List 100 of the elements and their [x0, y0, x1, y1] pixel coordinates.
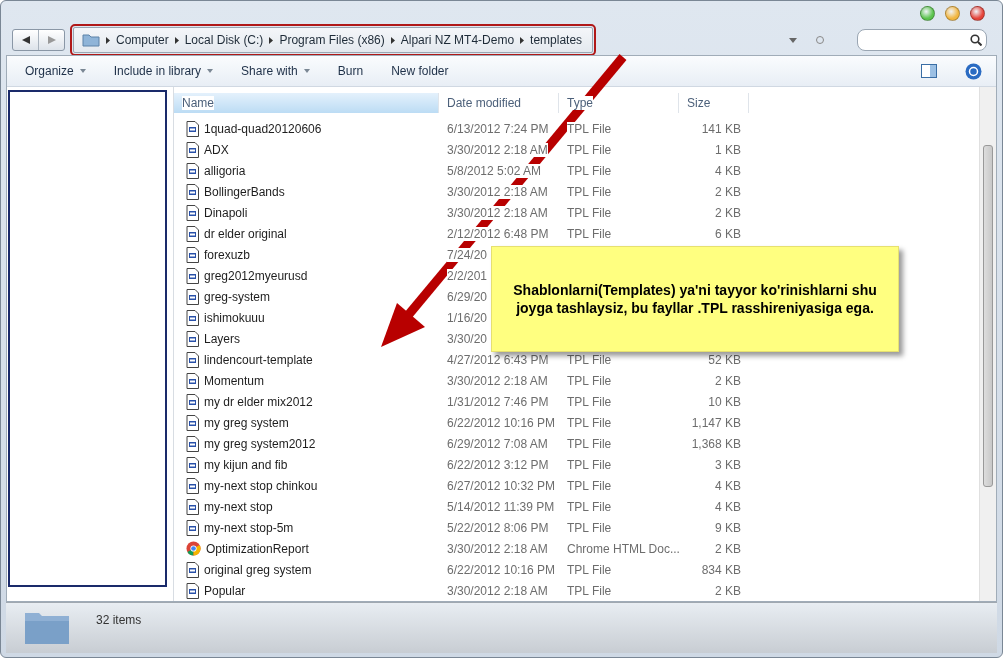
date-cell: 6/22/2012 3:12 PM [447, 457, 549, 472]
date-cell: 6/13/2012 7:24 PM [447, 121, 549, 136]
date-cell: 3/30/2012 2:18 AM [447, 205, 548, 220]
file-name[interactable]: Layers [204, 331, 241, 346]
document-icon [186, 309, 199, 326]
size-cell: 2 KB [715, 373, 741, 388]
type-cell: TPL File [567, 478, 612, 493]
type-cell: TPL File [567, 205, 612, 220]
breadcrumb[interactable]: templates [530, 33, 583, 47]
type-cell: TPL File [567, 142, 612, 157]
scrollbar[interactable] [979, 87, 996, 601]
breadcrumb[interactable]: Computer [116, 33, 169, 47]
document-icon [186, 456, 199, 473]
size-cell: 1,368 KB [691, 436, 741, 451]
column-header[interactable]: Name [174, 93, 439, 113]
file-name[interactable]: Popular [204, 583, 246, 598]
date-cell: 7/24/20 [447, 247, 488, 262]
minimize-button[interactable] [945, 5, 960, 21]
type-cell: TPL File [567, 520, 612, 535]
file-name[interactable]: ADX [204, 142, 229, 157]
type-cell: TPL File [567, 457, 612, 472]
scrollbar-thumb[interactable] [983, 145, 993, 487]
file-name[interactable]: Dinapoli [204, 205, 248, 220]
file-name[interactable]: Momentum [204, 373, 265, 388]
document-icon [186, 267, 199, 284]
date-cell: 3/30/2012 2:18 AM [447, 583, 548, 598]
type-cell: Chrome HTML Doc... [567, 541, 680, 556]
file-name[interactable]: my-next stop [204, 499, 273, 514]
size-cell: 2 KB [715, 541, 741, 556]
date-cell: 3/30/2012 2:18 AM [447, 142, 548, 157]
type-cell: TPL File [567, 226, 612, 241]
file-name[interactable]: OptimizationReport [206, 541, 309, 556]
file-name[interactable]: my greg system [204, 415, 289, 430]
size-cell: 4 KB [715, 163, 741, 178]
document-icon [186, 204, 199, 221]
toolbar-button[interactable]: Include in library [103, 60, 224, 82]
breadcrumb[interactable]: Program Files (x86) [279, 33, 385, 47]
file-name[interactable]: BollingerBands [204, 184, 285, 199]
refresh-icon[interactable] [815, 35, 825, 45]
document-icon [186, 288, 199, 305]
document-icon [186, 183, 199, 200]
preview-pane-icon[interactable] [921, 64, 937, 78]
close-button[interactable] [970, 5, 985, 21]
type-cell: TPL File [567, 121, 612, 136]
file-name[interactable]: dr elder original [204, 226, 287, 241]
document-icon [186, 519, 199, 536]
breadcrumb[interactable]: Local Disk (C:) [184, 33, 264, 47]
toolbar-button[interactable]: Burn [327, 60, 374, 82]
date-cell: 3/30/20 [447, 331, 488, 346]
document-icon [186, 582, 199, 599]
dropdown-icon[interactable] [789, 37, 797, 43]
size-cell: 2 KB [715, 583, 741, 598]
file-name[interactable]: my greg system2012 [204, 436, 316, 451]
size-cell: 4 KB [715, 478, 741, 493]
document-icon [186, 477, 199, 494]
column-header[interactable]: Type [559, 93, 679, 113]
column-header[interactable]: Size [679, 93, 749, 113]
maximize-button[interactable] [920, 5, 935, 21]
file-name[interactable]: original greg system [204, 562, 312, 577]
folder-icon [82, 33, 100, 47]
item-count: 32 items [96, 613, 142, 629]
document-icon [186, 246, 199, 263]
date-cell: 3/30/2012 2:18 AM [447, 373, 548, 388]
file-name[interactable]: greg2012myeurusd [204, 268, 308, 283]
browser-icon [186, 541, 201, 556]
document-icon [186, 435, 199, 452]
file-name[interactable]: my dr elder mix2012 [204, 394, 313, 409]
file-name[interactable]: my-next stop-5m [204, 520, 294, 535]
column-label: Type [567, 96, 593, 110]
toolbar-button[interactable]: Share with [231, 60, 320, 82]
toolbar-button[interactable]: Organize [15, 60, 96, 82]
type-cell: TPL File [567, 499, 612, 514]
date-cell: 5/14/2012 11:39 PM [447, 499, 555, 514]
breadcrumb[interactable]: Alpari NZ MT4-Demo [400, 33, 515, 47]
toolbar-button[interactable]: New folder [381, 60, 459, 82]
file-name[interactable]: forexuzb [204, 247, 251, 262]
document-icon [186, 162, 199, 179]
type-cell: TPL File [567, 415, 612, 430]
file-name[interactable]: lindencourt-template [204, 352, 313, 367]
type-cell: TPL File [567, 163, 612, 178]
file-name[interactable]: 1quad-quad20120606 [204, 121, 322, 136]
file-name[interactable]: ishimokuuu [204, 310, 265, 325]
size-cell: 834 KB [701, 562, 741, 577]
address-bar[interactable]: Computer Local Disk (C:) Program Files (x86) Alpari NZ MT4-Demo templates [73, 27, 594, 53]
date-cell: 2/2/201 [447, 268, 488, 283]
file-name[interactable]: my-next stop chinkou [204, 478, 318, 493]
search-icon [970, 34, 982, 46]
search-field[interactable] [857, 29, 987, 51]
type-cell: TPL File [567, 352, 612, 367]
help-icon[interactable] [965, 62, 982, 80]
file-name[interactable]: my kijun and fib [204, 457, 288, 472]
chevron-icon [174, 36, 179, 44]
column-label: Name [182, 96, 214, 110]
file-name[interactable]: alligoria [204, 163, 246, 178]
document-icon [186, 372, 199, 389]
column-header[interactable]: Date modified [439, 93, 559, 113]
size-cell: 6 KB [715, 226, 741, 241]
document-icon [186, 330, 199, 347]
date-cell: 5/22/2012 8:06 PM [447, 520, 549, 535]
file-name[interactable]: greg-system [204, 289, 271, 304]
